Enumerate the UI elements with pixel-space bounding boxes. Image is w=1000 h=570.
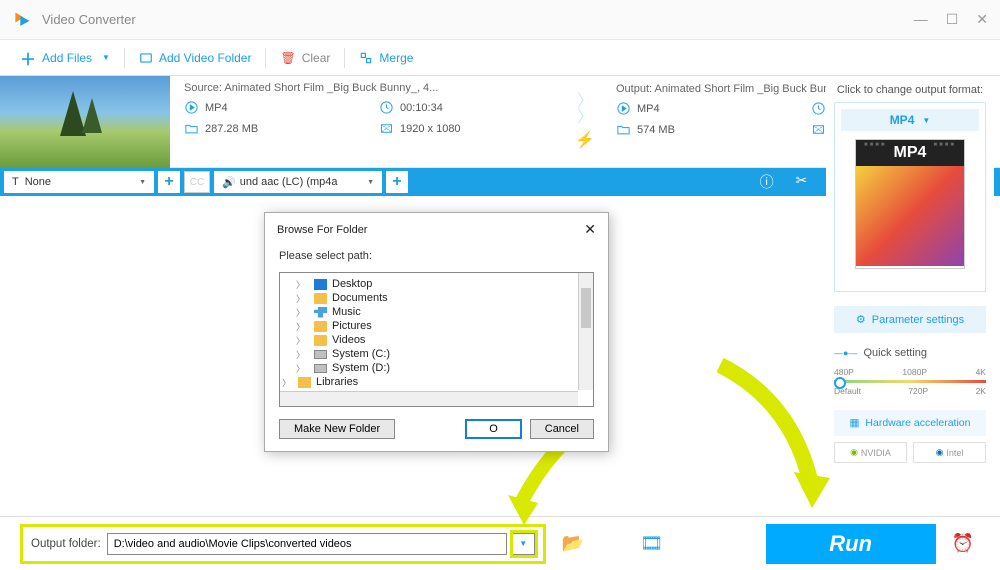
resolution-icon (379, 121, 394, 136)
intel-badge: ◉Intel (913, 442, 986, 463)
tree-item: 〉Desktop (284, 277, 589, 291)
subtitle-select[interactable]: TNone (4, 171, 154, 193)
dialog-title: Browse For Folder (277, 224, 367, 236)
cut-icon[interactable]: ✂ (796, 172, 808, 192)
titlebar: Video Converter — ☐ ✕ (0, 0, 1000, 40)
film-icon[interactable]: 🎞 (640, 533, 663, 554)
run-button[interactable]: Run (766, 524, 936, 564)
change-format-label: Click to change output format: (834, 84, 986, 96)
quick-setting-label: Quick setting (834, 347, 986, 359)
add-folder-button[interactable]: Add Video Folder (129, 47, 262, 69)
alarm-icon[interactable]: ⏰ (952, 533, 974, 554)
hardware-accel-button[interactable]: ▦Hardware acceleration (834, 410, 986, 436)
clock-icon (379, 100, 394, 115)
tree-item: 〉System (D:) (284, 361, 589, 375)
minimize-button[interactable]: — (914, 11, 928, 28)
source-panel: Source: Animated Short Film _Big Buck Bu… (170, 76, 568, 167)
add-files-button[interactable]: ＋Add Files (10, 42, 120, 74)
folder-tree[interactable]: 〉Desktop 〉Documents 〉Music 〉Pictures 〉Vi… (279, 272, 594, 407)
format-selector[interactable]: MP4 MP4 (834, 102, 986, 292)
output-folder-label: Output folder: (31, 538, 101, 550)
add-audio-button[interactable]: + (386, 171, 408, 193)
tree-item: 〉Pictures (284, 319, 589, 333)
dialog-close-button[interactable]: ✕ (584, 221, 596, 238)
nvidia-badge: ◉NVIDIA (834, 442, 907, 463)
app-logo-icon (12, 10, 32, 30)
tree-scrollbar[interactable] (578, 273, 593, 390)
merge-button[interactable]: Merge (349, 47, 423, 69)
close-button[interactable]: ✕ (976, 11, 988, 28)
format-sidebar: Click to change output format: MP4 MP4 ⚙… (826, 76, 994, 516)
main-toolbar: ＋Add Files Add Video Folder 🗑Clear Merge (0, 40, 1000, 76)
output-folder-group: Output folder: ▼ (20, 524, 546, 564)
source-title: Source: Animated Short Film _Big Buck Bu… (184, 82, 554, 94)
output-title: Output: Animated Short Film _Big Buck Bu… (616, 83, 839, 95)
tree-item: 〉Videos (284, 333, 589, 347)
bottom-bar: Output folder: ▼ 📂 🎞 Run ⏰ (0, 516, 1000, 570)
output-folder-input[interactable] (107, 533, 507, 555)
format-icon (184, 100, 199, 115)
trash-icon: 🗑 (280, 51, 295, 65)
merge-icon (359, 51, 373, 65)
maximize-button[interactable]: ☐ (946, 11, 959, 28)
quality-slider[interactable]: 480P1080P4K Default720P2K (834, 367, 986, 396)
output-folder-dropdown[interactable]: ▼ (513, 533, 535, 555)
lightning-icon: ⚡ (575, 130, 595, 150)
dialog-prompt: Please select path: (279, 250, 594, 262)
browse-folder-dialog: Browse For Folder ✕ Please select path: 〉… (264, 212, 609, 452)
clear-button[interactable]: 🗑Clear (270, 47, 340, 69)
format-thumbnail: MP4 (855, 139, 965, 269)
tree-item: 〉Documents (284, 291, 589, 305)
format-label[interactable]: MP4 (841, 109, 979, 131)
cc-button[interactable]: CC (184, 171, 210, 193)
make-folder-button[interactable]: Make New Folder (279, 419, 395, 439)
tree-hscrollbar[interactable] (280, 391, 578, 406)
tree-item: 〉Libraries (284, 375, 589, 389)
sliders-icon: ⚙ (856, 313, 866, 326)
conversion-arrow: 〉〉 ⚡ (568, 76, 602, 167)
folder-icon (184, 121, 199, 136)
audio-select[interactable]: 🔊und aac (LC) (mp4a (214, 171, 382, 193)
parameter-settings-button[interactable]: ⚙Parameter settings (834, 306, 986, 333)
info-icon[interactable]: ⓘ (760, 172, 774, 192)
tree-item: 〉Music (284, 305, 589, 319)
tree-item: 〉System (C:) (284, 347, 589, 361)
chip-icon: ▦ (850, 417, 860, 429)
app-title: Video Converter (42, 12, 136, 27)
add-subtitle-button[interactable]: + (158, 171, 180, 193)
dialog-ok-button[interactable]: O (465, 419, 522, 439)
open-folder-icon[interactable]: 📂 (562, 533, 584, 554)
speaker-icon: 🔊 (222, 176, 236, 189)
dialog-cancel-button[interactable]: Cancel (530, 419, 594, 439)
video-thumbnail[interactable] (0, 76, 170, 168)
